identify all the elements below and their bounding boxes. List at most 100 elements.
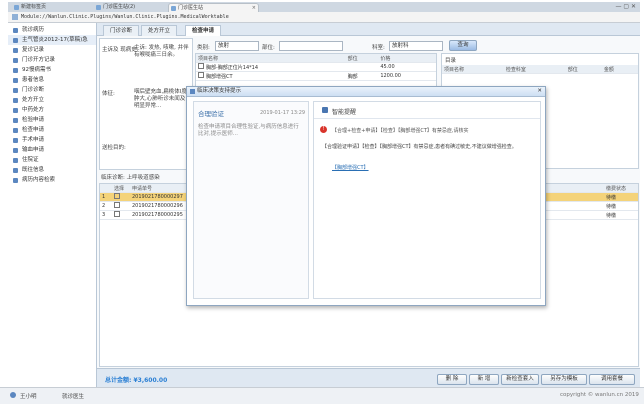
detail-link[interactable]: 【胸部增强CT】 — [332, 164, 369, 171]
sidebar-item[interactable]: 就诊病历 — [8, 25, 96, 35]
sidebar-item[interactable]: 既往信息 — [8, 165, 96, 175]
col-header: 检查科室 — [503, 65, 566, 74]
user-icon — [10, 392, 16, 398]
col-header: 部位 — [565, 65, 602, 74]
col-header: 价格 — [378, 54, 436, 63]
call-package-button[interactable]: 调用套餐 — [589, 374, 635, 385]
folder-icon — [13, 168, 18, 173]
sidebar-item[interactable]: 病历内容检索 — [8, 175, 96, 185]
sidebar-item[interactable]: 复诊记录 — [8, 45, 96, 55]
type-label: 类别: — [197, 45, 210, 51]
col-header: 选择 — [112, 184, 130, 193]
row-checkbox[interactable] — [114, 202, 120, 208]
bell-icon — [322, 107, 328, 113]
alert-panel: 智能提醒 ! 【合理+检查+申请】【检查】【胸部增强CT】有禁忌症,请核实 【合… — [313, 101, 541, 299]
sidebar-item[interactable]: 92慢病需书 — [8, 65, 96, 75]
sidebar-item[interactable]: 住院证 — [8, 155, 96, 165]
query-button[interactable]: 查询 — [449, 40, 477, 51]
dialog-titlebar: 临床决策支持提示 ✕ — [187, 87, 545, 97]
delete-button[interactable]: 删 除 — [437, 374, 467, 385]
sidebar-item-label: 病历内容检索 — [22, 177, 56, 183]
sidebar-item-label: 患者信息 — [22, 77, 45, 83]
table-header: 项目名称 部位 价格 — [196, 54, 436, 63]
table-header: 项目名称 检查科室 部位 金额 — [442, 65, 638, 74]
sidebar-item-label: 既往信息 — [22, 167, 45, 173]
sidebar-item-label: 手术申请 — [22, 137, 45, 143]
sidebar-item[interactable]: 门诊开方记录 — [8, 55, 96, 65]
folder-icon — [13, 98, 18, 103]
folder-icon — [13, 28, 18, 33]
validation-title: 合理验证 — [198, 110, 224, 118]
clinical-diagnosis: 临床诊断: 上呼吸道感染 — [101, 175, 160, 181]
selected-title: 目录 — [445, 58, 457, 64]
sidebar-item-label: 主气管炎2012-17(草稿)急 — [22, 37, 88, 43]
top-tab-bar: 门诊诊断 处方开立 检查申请 — [97, 23, 640, 36]
row-checkbox[interactable] — [114, 211, 120, 217]
type-select[interactable]: 放射 — [215, 41, 259, 51]
sidebar-item-label: 92慢病需书 — [22, 67, 51, 73]
sidebar-item[interactable]: 检查申请 — [8, 125, 96, 135]
dept-label: 科室: — [372, 45, 385, 51]
page-icon — [96, 5, 101, 10]
col-header: 部位 — [345, 54, 379, 63]
footer-bar: 总计金额: ¥3,600.00 删 除 新 增 新检查套入 另存为模板 调用套餐 — [97, 368, 640, 388]
tab-diagnosis[interactable]: 门诊诊断 — [103, 25, 140, 36]
tab-prescription[interactable]: 处方开立 — [141, 25, 178, 36]
sidebar-item-label: 处方开立 — [22, 97, 45, 103]
browser-tab[interactable]: 新建标签页 — [12, 3, 91, 12]
folder-icon — [13, 58, 18, 63]
folder-icon — [13, 88, 18, 93]
detail-text: 【合理验证申请】【检查】【胸部增强CT】有禁忌症,患者有碘过敏史,不建议做增强检… — [322, 144, 517, 150]
close-icon[interactable]: ✕ — [537, 87, 542, 96]
col-header: 缴费状态 — [604, 184, 638, 193]
sidebar: 就诊病历主气管炎2012-17(草稿)急 复诊记录门诊开方记录 92慢病需书 患者信息… — [8, 23, 97, 387]
row-checkbox[interactable] — [198, 72, 204, 78]
sidebar-item[interactable]: 处方开立 — [8, 95, 96, 105]
sidebar-item-label: 门诊诊断 — [22, 87, 45, 93]
row-checkbox[interactable] — [114, 193, 120, 199]
dept-select[interactable]: 放射科 — [389, 41, 443, 51]
selected-table: 项目名称 检查科室 部位 金额 — [442, 65, 638, 74]
save-template-button[interactable]: 另存为模板 — [541, 374, 587, 385]
window-controls[interactable]: — ▢ ✕ — [615, 3, 636, 10]
add-button[interactable]: 新 增 — [469, 374, 499, 385]
tab-exam-request[interactable]: 检查申请 — [185, 25, 222, 36]
sidebar-item-label: 住院证 — [22, 157, 39, 163]
sidebar-item[interactable]: 主气管炎2012-17(草稿)急 — [8, 35, 96, 45]
part-label: 部位: — [262, 45, 275, 51]
sidebar-item-label: 复诊记录 — [22, 47, 45, 53]
warning-icon: ! — [320, 126, 327, 133]
items-table: 项目名称 部位 价格 胸部-胸部正位片14*14 45.00 胸部增强CT 胸部… — [196, 54, 436, 81]
folder-icon — [13, 38, 18, 43]
part-select[interactable] — [279, 41, 343, 51]
address-bar[interactable]: Module://Wanlun.Clinic.Plugins/Wanlun.Cl… — [8, 12, 640, 23]
nav-icon[interactable] — [12, 14, 18, 20]
table-row[interactable]: 胸部-胸部正位片14*14 45.00 — [196, 62, 436, 72]
sidebar-list: 就诊病历主气管炎2012-17(草稿)急 复诊记录门诊开方记录 92慢病需书 患者信息… — [8, 23, 96, 185]
table-row[interactable]: 胸部增强CT 胸部 1200.00 — [196, 71, 436, 81]
validation-panel: 合理验证 2019-01-17 13:29 检查申请项目合理性验证,与病历信息进… — [193, 101, 309, 299]
cds-dialog: 临床决策支持提示 ✕ 合理验证 2019-01-17 13:29 检查申请项目合… — [186, 86, 546, 306]
row-checkbox[interactable] — [198, 63, 204, 69]
sidebar-item[interactable]: 患者信息 — [8, 75, 96, 85]
user-name: 王小明 — [20, 394, 37, 400]
col-header: 项目名称 — [442, 65, 504, 74]
sidebar-item[interactable]: 输血申请 — [8, 145, 96, 155]
sidebar-item[interactable]: 检验申请 — [8, 115, 96, 125]
folder-icon — [13, 178, 18, 183]
folder-icon — [13, 118, 18, 123]
validation-text: 检查申请项目合理性验证,与病历信息进行比对,提示医师... — [198, 124, 299, 137]
sidebar-item[interactable]: 手术申请 — [8, 135, 96, 145]
folder-icon — [13, 138, 18, 143]
sidebar-item[interactable]: 中药处方 — [8, 105, 96, 115]
col-header: 申请单号 — [130, 184, 192, 193]
browser-tab[interactable]: 门诊医生站(2) — [94, 3, 173, 12]
sidebar-item[interactable]: 门诊诊断 — [8, 85, 96, 95]
chief-complaint-text: 主诉: 发热, 咳嗽, 并伴有喉咙痛三日余。 — [134, 45, 189, 58]
sidebar-item-label: 检查申请 — [22, 127, 45, 133]
folder-icon — [13, 108, 18, 113]
signs-text: 咽后壁充血,扁桃体I度肿大,心肺听诊未闻及明显异常... — [134, 89, 187, 109]
copyright: copyright © wanlun.cn 2019 — [560, 392, 639, 398]
import-exam-button[interactable]: 新检查套入 — [501, 374, 539, 385]
folder-icon — [13, 158, 18, 163]
